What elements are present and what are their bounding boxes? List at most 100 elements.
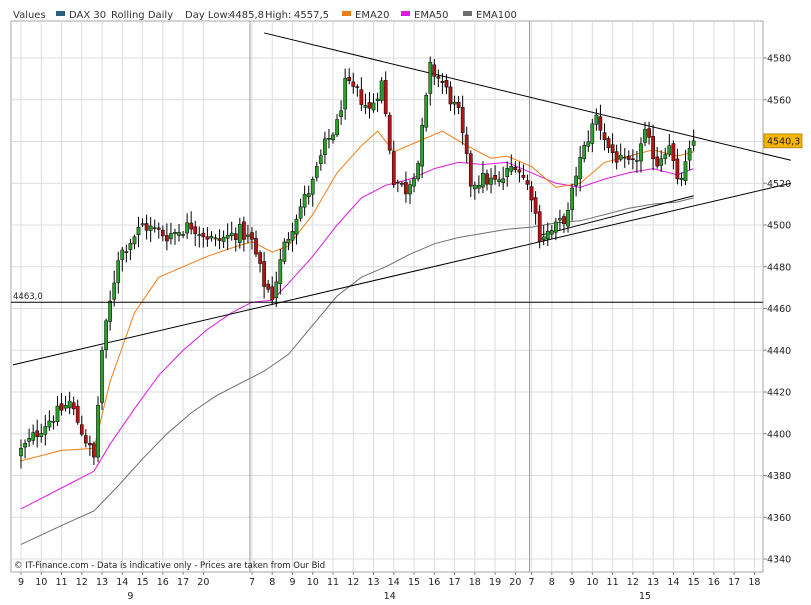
candle-up — [489, 177, 493, 185]
y-tick-label: 4580 — [767, 54, 791, 65]
x-tick-label: 12 — [347, 577, 359, 588]
candle-down — [201, 232, 206, 238]
candle-up — [594, 114, 599, 125]
candle-up — [136, 226, 141, 236]
candle-down — [485, 173, 489, 185]
candle-up — [635, 160, 639, 162]
candle-up — [424, 95, 429, 128]
candle-up — [96, 405, 100, 458]
legend-ema100-label: EMA100 — [476, 10, 517, 21]
candle-down — [444, 79, 449, 88]
candle-down — [521, 174, 526, 178]
legend-ema20-label: EMA20 — [355, 10, 390, 21]
y-tick-label: 4560 — [767, 95, 791, 106]
legend-ema100-swatch — [463, 11, 472, 16]
candle-down — [233, 233, 238, 240]
x-tick-label: 7 — [529, 577, 535, 588]
x-tick-label: 20 — [509, 577, 521, 588]
candle-down — [610, 144, 615, 153]
candle-up — [545, 230, 550, 240]
candle-up — [278, 259, 283, 284]
candle-up — [27, 438, 31, 442]
candle-up — [327, 138, 331, 140]
x-tick-label: 17 — [177, 577, 189, 588]
candle-up — [578, 157, 583, 180]
candle-up — [185, 222, 189, 234]
candle-down — [254, 238, 258, 255]
candle-up — [246, 234, 250, 237]
candle-up — [132, 236, 137, 245]
candle-down — [88, 443, 92, 446]
x-tick-label: 9 — [289, 577, 295, 588]
candle-down — [59, 403, 64, 411]
legend-ema20-swatch — [342, 11, 351, 16]
candle-down — [448, 86, 453, 105]
candle-up — [173, 232, 177, 234]
candle-up — [229, 232, 234, 237]
candle-up — [477, 185, 481, 189]
candle-down — [83, 435, 88, 444]
candle-down — [562, 216, 566, 225]
support-line-label: 4463,0 — [13, 292, 43, 302]
y-tick-label: 4400 — [767, 429, 791, 440]
candle-down — [355, 86, 360, 88]
candle-up — [120, 249, 125, 260]
candle-up — [679, 177, 684, 180]
candle-up — [412, 178, 416, 187]
candle-up — [55, 405, 60, 422]
candle-up — [363, 105, 368, 108]
legend-period: Rolling Daily — [111, 10, 173, 21]
candle-down — [193, 226, 198, 234]
candle-down — [79, 424, 84, 435]
candle-down — [124, 251, 129, 253]
candle-down — [404, 181, 408, 195]
candle-up — [225, 234, 230, 239]
candle-up — [375, 98, 380, 101]
candle-down — [242, 221, 246, 240]
candle-up — [509, 166, 514, 172]
candle-down — [432, 64, 437, 77]
candle-up — [39, 433, 44, 438]
candle-down — [262, 261, 266, 287]
candle-down — [383, 80, 388, 114]
candle-up — [659, 158, 664, 166]
x-tick-label: 11 — [55, 577, 67, 588]
candle-up — [104, 320, 108, 350]
y-tick-label: 4460 — [767, 304, 791, 315]
candle-down — [351, 81, 356, 87]
candle-up — [639, 143, 643, 162]
legend-high-label: High: — [265, 10, 291, 21]
candle-down — [655, 156, 660, 167]
candle-down — [391, 151, 396, 186]
x-tick-label: 16 — [708, 577, 720, 588]
candle-up — [298, 206, 303, 219]
candle-up — [558, 218, 562, 221]
x-tick-label: 9 — [569, 577, 575, 588]
x-tick-label: 18 — [469, 577, 481, 588]
x-tick-label: 19 — [489, 577, 501, 588]
y-tick-label: 4360 — [767, 513, 791, 524]
y-tick-label: 4340 — [767, 555, 791, 566]
candle-down — [529, 186, 534, 201]
candle-up — [339, 110, 343, 117]
candle-up — [318, 155, 323, 164]
candle-up — [582, 145, 587, 159]
candle-up — [691, 140, 696, 146]
candle-up — [51, 421, 56, 423]
candle-down — [675, 158, 680, 180]
candle-up — [140, 223, 145, 226]
candle-up — [663, 154, 668, 159]
candle-up — [128, 243, 133, 250]
x-tick-label: 16 — [157, 577, 169, 588]
x-tick-label: 13 — [367, 577, 379, 588]
candle-up — [323, 138, 327, 155]
candle-down — [460, 106, 465, 133]
candle-up — [290, 231, 295, 241]
candle-down — [92, 443, 96, 458]
candle-down — [651, 135, 655, 159]
x-tick-label: 17 — [449, 577, 461, 588]
candle-up — [371, 102, 376, 111]
candle-down — [456, 101, 461, 108]
candle-up — [19, 447, 23, 457]
candle-up — [221, 236, 226, 242]
